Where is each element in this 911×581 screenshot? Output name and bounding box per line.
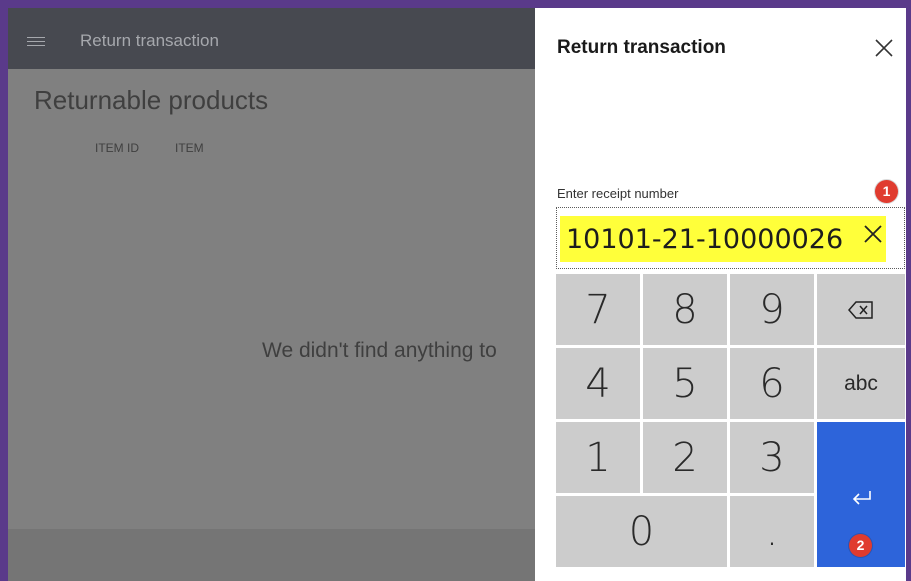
key-9[interactable]: 9	[730, 274, 814, 345]
app-title: Return transaction	[80, 31, 219, 50]
receipt-number-input[interactable]	[560, 216, 886, 262]
key-2[interactable]: 2	[643, 422, 727, 493]
close-icon	[875, 39, 893, 57]
column-header-item-id[interactable]: ITEM ID	[95, 141, 139, 155]
abc-key[interactable]: abc	[817, 348, 905, 419]
receipt-field-label: Enter receipt number	[557, 186, 679, 201]
receipt-field	[556, 207, 905, 269]
backspace-icon	[848, 300, 873, 319]
clear-input-button[interactable]	[862, 223, 884, 245]
key-8[interactable]: 8	[643, 274, 727, 345]
key-0[interactable]: 0	[556, 496, 727, 567]
key-5[interactable]: 5	[643, 348, 727, 419]
close-button[interactable]	[872, 36, 896, 60]
key-6[interactable]: 6	[730, 348, 814, 419]
panel-title: Return transaction	[557, 37, 726, 58]
key-3[interactable]: 3	[730, 422, 814, 493]
backspace-button[interactable]	[817, 274, 905, 345]
app-window: Return transaction Returnable products I…	[8, 8, 906, 581]
enter-button[interactable]: 2	[817, 422, 905, 567]
key-1[interactable]: 1	[556, 422, 640, 493]
step-badge-2: 2	[849, 534, 872, 557]
key-4[interactable]: 4	[556, 348, 640, 419]
section-title: Returnable products	[34, 85, 269, 115]
key-7[interactable]: 7	[556, 274, 640, 345]
empty-message: We didn't find anything to	[262, 339, 497, 362]
step-badge-1: 1	[875, 180, 898, 203]
enter-icon	[852, 491, 871, 505]
column-header-item[interactable]: ITEM	[175, 141, 204, 155]
clear-icon	[864, 225, 882, 243]
return-transaction-panel: Return transaction Enter receipt number …	[535, 8, 906, 581]
hamburger-icon[interactable]	[27, 37, 45, 47]
key-decimal[interactable]: .	[730, 496, 814, 567]
